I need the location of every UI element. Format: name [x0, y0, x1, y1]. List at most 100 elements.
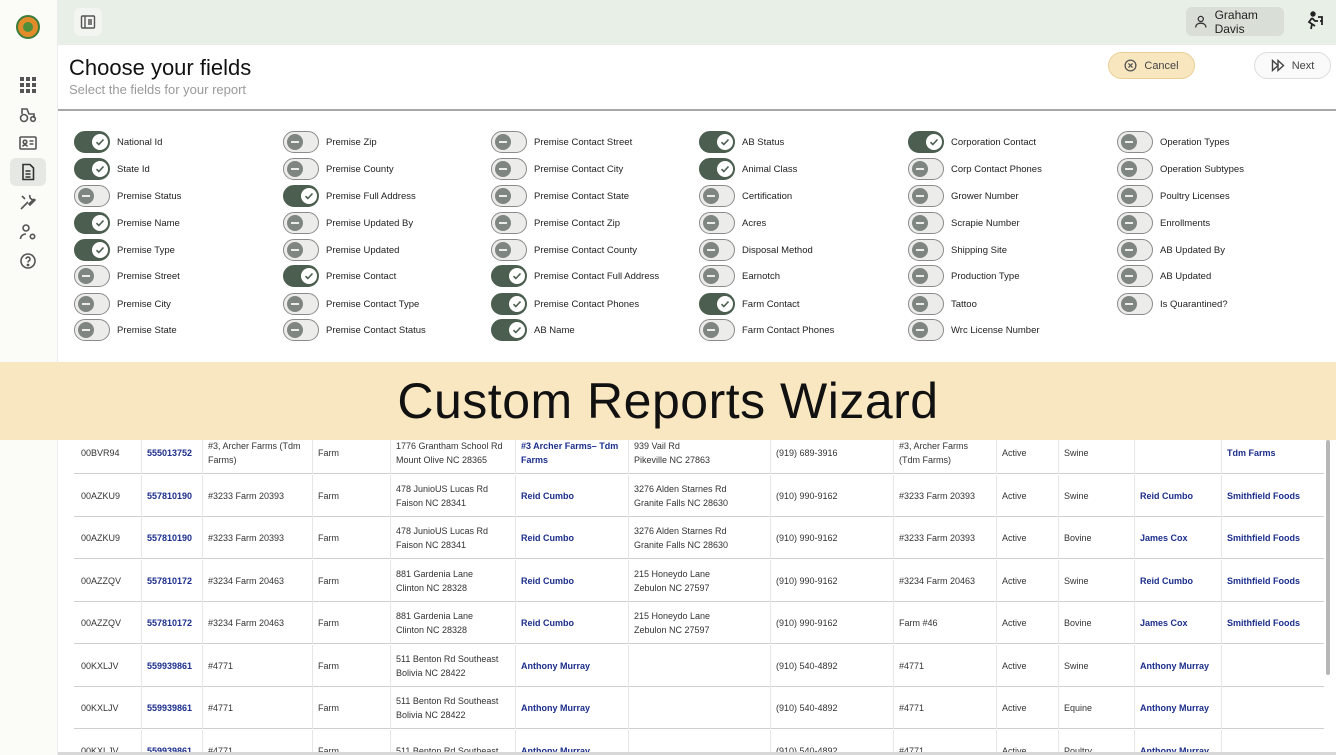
table-row[interactable]: 00AZKU9 557810190 #3233 Farm 20393 Farm 478 …: [74, 475, 1324, 517]
toggle-switch-off[interactable]: [699, 212, 735, 234]
toggle-switch-on[interactable]: [283, 185, 319, 207]
menu-toggle-button[interactable]: [74, 8, 102, 36]
field-toggle[interactable]: Premise Street: [74, 264, 180, 288]
toggle-switch-off[interactable]: [74, 319, 110, 341]
toggle-switch-on[interactable]: [699, 158, 735, 180]
toggle-switch-on[interactable]: [74, 158, 110, 180]
toggle-switch-on[interactable]: [699, 293, 735, 315]
toggle-switch-off[interactable]: [699, 185, 735, 207]
table-row[interactable]: 00AZZQV 557810172 #3234 Farm 20463 Farm 881 …: [74, 560, 1324, 602]
table-scrollbar[interactable]: [1326, 440, 1330, 675]
sidebar-item-id-card[interactable]: [10, 129, 46, 157]
app-logo[interactable]: [16, 15, 40, 39]
field-toggle[interactable]: Farm Contact: [699, 292, 800, 316]
toggle-switch-on[interactable]: [74, 239, 110, 261]
field-toggle[interactable]: Disposal Method: [699, 238, 813, 262]
toggle-switch-off[interactable]: [908, 185, 944, 207]
field-toggle[interactable]: Corporation Contact: [908, 130, 1036, 154]
field-toggle[interactable]: Premise Type: [74, 238, 175, 262]
cell-farm-contact[interactable]: Reid Cumbo: [1140, 560, 1193, 602]
cell-farm-contact[interactable]: James Cox: [1140, 602, 1188, 644]
cell-farm-contact[interactable]: James Cox: [1140, 517, 1188, 559]
cell-premise-contact[interactable]: Reid Cumbo: [521, 602, 574, 644]
field-toggle[interactable]: Premise Updated: [283, 238, 399, 262]
cell-premise-contact[interactable]: Reid Cumbo: [521, 517, 574, 559]
toggle-switch-off[interactable]: [491, 158, 527, 180]
cell-premise-contact[interactable]: Anthony Murray: [521, 645, 590, 687]
toggle-switch-off[interactable]: [1117, 293, 1153, 315]
field-toggle[interactable]: Wrc License Number: [908, 318, 1040, 342]
field-toggle[interactable]: Premise Contact State: [491, 184, 629, 208]
toggle-switch-off[interactable]: [283, 212, 319, 234]
cell-farm-contact[interactable]: Anthony Murray: [1140, 687, 1209, 729]
field-toggle[interactable]: Premise Contact Status: [283, 318, 426, 342]
toggle-switch-off[interactable]: [1117, 239, 1153, 261]
cell-state-id[interactable]: 557810172: [147, 602, 192, 644]
field-toggle[interactable]: Premise State: [74, 318, 177, 342]
toggle-switch-off[interactable]: [1117, 158, 1153, 180]
toggle-switch-on[interactable]: [283, 265, 319, 287]
field-toggle[interactable]: Farm Contact Phones: [699, 318, 834, 342]
field-toggle[interactable]: Shipping Site: [908, 238, 1007, 262]
toggle-switch-on[interactable]: [491, 319, 527, 341]
field-toggle[interactable]: Enrollments: [1117, 211, 1210, 235]
toggle-switch-off[interactable]: [699, 239, 735, 261]
toggle-switch-off[interactable]: [74, 185, 110, 207]
toggle-switch-off[interactable]: [699, 319, 735, 341]
sidebar-item-tools[interactable]: [10, 188, 46, 216]
toggle-switch-on[interactable]: [491, 293, 527, 315]
field-toggle[interactable]: Tattoo: [908, 292, 977, 316]
next-button[interactable]: Next: [1254, 52, 1331, 79]
sidebar-item-help[interactable]: [10, 247, 46, 275]
field-toggle[interactable]: Scrapie Number: [908, 211, 1020, 235]
toggle-switch-off[interactable]: [1117, 131, 1153, 153]
toggle-switch-off[interactable]: [283, 158, 319, 180]
field-toggle[interactable]: Corp Contact Phones: [908, 157, 1042, 181]
cell-premise-contact[interactable]: Reid Cumbo: [521, 560, 574, 602]
table-row[interactable]: 00KXLJV 559939861 #4771 Farm 511 Benton Rd S…: [74, 645, 1324, 687]
field-toggle[interactable]: Premise Status: [74, 184, 181, 208]
sidebar-item-dashboard[interactable]: [10, 71, 46, 99]
field-toggle[interactable]: Operation Subtypes: [1117, 157, 1244, 181]
field-toggle[interactable]: Premise Contact City: [491, 157, 623, 181]
cell-state-id[interactable]: 559939861: [147, 687, 192, 729]
user-menu-button[interactable]: Graham Davis: [1186, 7, 1284, 36]
cell-state-id[interactable]: 557810190: [147, 517, 192, 559]
table-row[interactable]: 00AZKU9 557810190 #3233 Farm 20393 Farm 478 …: [74, 517, 1324, 559]
toggle-switch-off[interactable]: [908, 158, 944, 180]
toggle-switch-off[interactable]: [699, 265, 735, 287]
toggle-switch-on[interactable]: [491, 265, 527, 287]
toggle-switch-off[interactable]: [283, 239, 319, 261]
cell-premise-contact[interactable]: Reid Cumbo: [521, 475, 574, 517]
field-toggle[interactable]: National Id: [74, 130, 162, 154]
cell-state-id[interactable]: 559939861: [147, 645, 192, 687]
toggle-switch-off[interactable]: [74, 265, 110, 287]
field-toggle[interactable]: Premise Contact: [283, 264, 396, 288]
cancel-button[interactable]: Cancel: [1108, 52, 1195, 79]
logout-button[interactable]: [1302, 9, 1326, 33]
toggle-switch-off[interactable]: [491, 131, 527, 153]
toggle-switch-off[interactable]: [283, 319, 319, 341]
table-row[interactable]: 00AZZQV 557810172 #3234 Farm 20463 Farm 881 …: [74, 602, 1324, 644]
field-toggle[interactable]: Production Type: [908, 264, 1019, 288]
field-toggle[interactable]: Premise County: [283, 157, 394, 181]
field-toggle[interactable]: Premise Contact Zip: [491, 211, 620, 235]
cell-corporation-contact[interactable]: Smithfield Foods: [1227, 560, 1300, 602]
toggle-switch-off[interactable]: [1117, 212, 1153, 234]
cell-farm-contact[interactable]: Anthony Murray: [1140, 645, 1209, 687]
toggle-switch-on[interactable]: [74, 131, 110, 153]
sidebar-item-reports[interactable]: [10, 158, 46, 186]
toggle-switch-off[interactable]: [283, 131, 319, 153]
field-toggle[interactable]: AB Status: [699, 130, 784, 154]
cell-corporation-contact[interactable]: Smithfield Foods: [1227, 602, 1300, 644]
field-toggle[interactable]: Poultry Licenses: [1117, 184, 1230, 208]
field-toggle[interactable]: Premise Contact Phones: [491, 292, 639, 316]
field-toggle[interactable]: Premise Contact Type: [283, 292, 419, 316]
table-row[interactable]: 00KXLJV 559939861 #4771 Farm 511 Benton Rd S…: [74, 687, 1324, 729]
toggle-switch-on[interactable]: [74, 212, 110, 234]
field-toggle[interactable]: Earnotch: [699, 264, 780, 288]
toggle-switch-off[interactable]: [491, 239, 527, 261]
field-toggle[interactable]: Certification: [699, 184, 792, 208]
toggle-switch-off[interactable]: [283, 293, 319, 315]
cell-state-id[interactable]: 557810172: [147, 560, 192, 602]
